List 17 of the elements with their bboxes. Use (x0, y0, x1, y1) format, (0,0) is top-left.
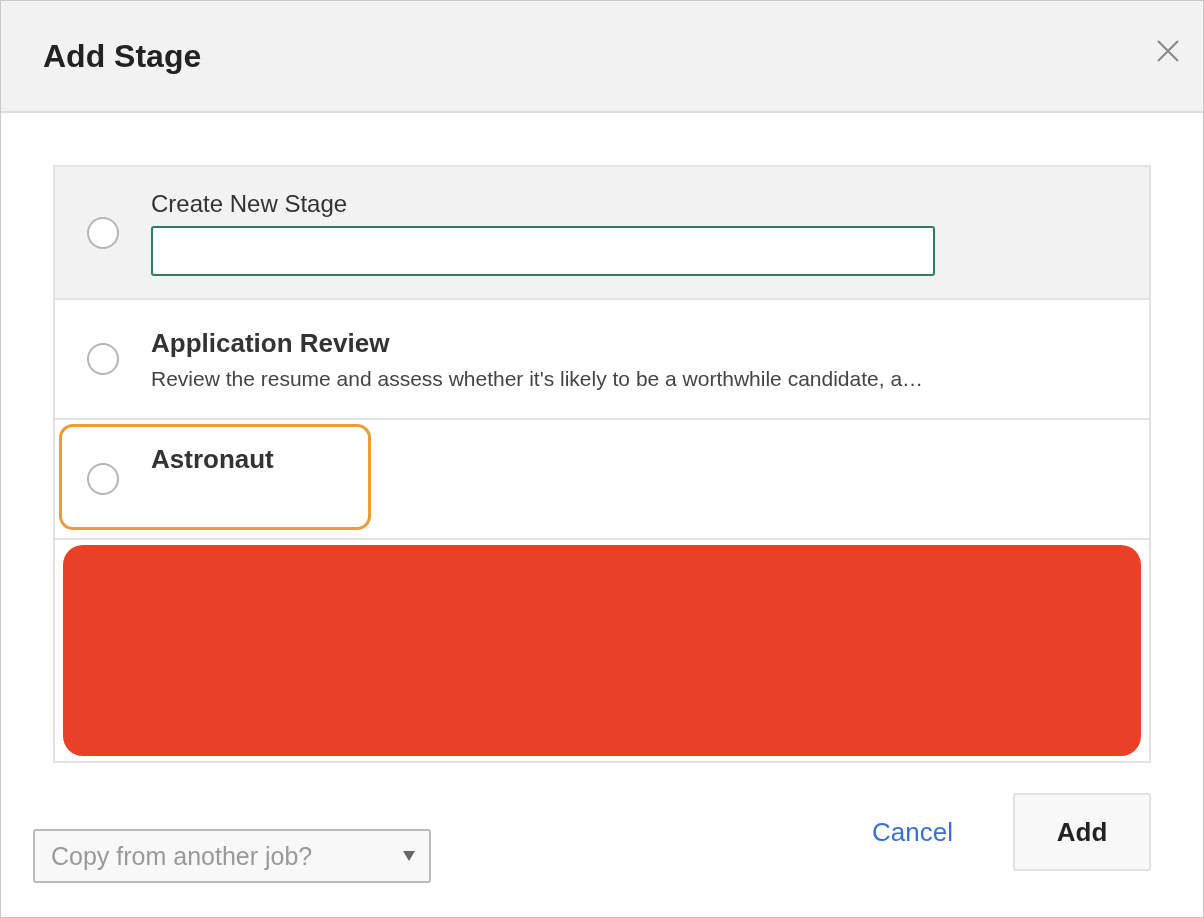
stage-description: Review the resume and assess whether it's likely to be a worthwhile candidate, a… (151, 366, 924, 391)
cancel-link[interactable]: Cancel (872, 816, 953, 848)
create-stage-row[interactable]: Create New Stage (55, 167, 1149, 300)
stage-row[interactable]: Application Review Review the resume and assess whether it's likely to be a worthwhile candidate, a… (55, 300, 1149, 420)
radio-button[interactable] (87, 216, 119, 249)
radio-button[interactable] (87, 343, 119, 375)
close-button[interactable] (1157, 40, 1179, 62)
stage-name-field[interactable] (151, 225, 935, 276)
create-stage-label: Create New Stage (151, 189, 349, 218)
stage-title: Application Review (151, 327, 391, 359)
stage-title: Astronaut (151, 443, 274, 475)
stage-row[interactable]: Astronaut (55, 420, 1149, 540)
add-button[interactable]: Add (1013, 793, 1151, 871)
close-icon (1157, 40, 1179, 62)
dialog-title: Add Stage (43, 37, 202, 75)
caret-icon (403, 851, 415, 861)
radio-button[interactable] (87, 463, 119, 495)
